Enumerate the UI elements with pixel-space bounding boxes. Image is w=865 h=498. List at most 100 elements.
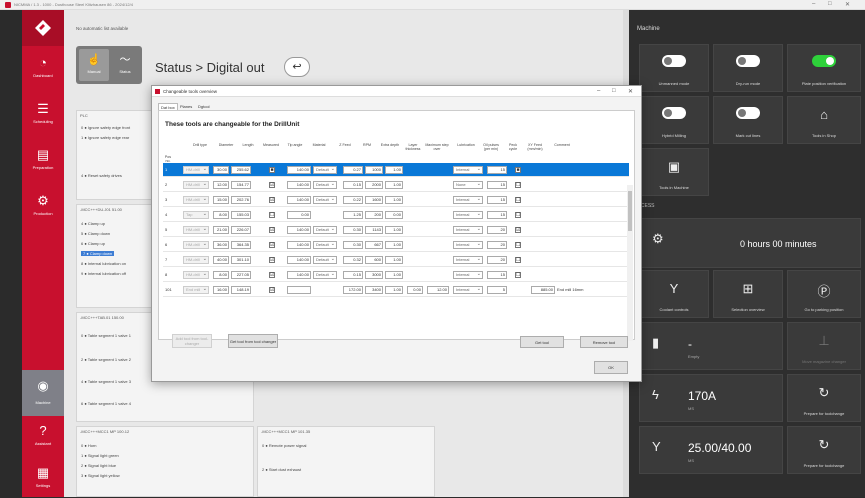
drill-type-dropdown[interactable]: HM-drill	[183, 256, 209, 264]
rpm-input[interactable]: 1600	[365, 196, 383, 204]
oil-pulses-input[interactable]: 15	[487, 196, 507, 204]
lubrication-dropdown[interactable]: Internal	[453, 211, 483, 219]
extra-depth-input[interactable]: 0.00	[385, 211, 403, 219]
extra-depth-input[interactable]: 1.00	[385, 286, 403, 294]
sidebar-item-production[interactable]: ⚙ Production	[22, 188, 64, 226]
z-feed-input[interactable]: 172.00	[343, 286, 363, 294]
extra-depth-input[interactable]: 1.00	[385, 271, 403, 279]
tip-angle-input[interactable]	[287, 286, 311, 294]
prepare-toolchange-button-1[interactable]: ↻ Prepare for toolchange	[787, 374, 861, 422]
unmanned-mode-toggle[interactable]: Unmanned mode	[639, 44, 709, 92]
peck-cycle-checkbox[interactable]: ☐	[515, 197, 521, 203]
rpm-input[interactable]: 1000	[365, 166, 383, 174]
tip-angle-input[interactable]: 140.00	[287, 241, 311, 249]
material-dropdown[interactable]: Default	[313, 226, 337, 234]
peck-cycle-checkbox[interactable]: ☑	[515, 227, 521, 233]
measured-checkbox[interactable]: ☑	[269, 242, 275, 248]
back-button[interactable]: ↩	[284, 57, 310, 77]
length-input[interactable]: 301.10	[231, 256, 251, 264]
measured-checkbox[interactable]: ■	[269, 167, 275, 173]
length-input[interactable]: 226.07	[231, 226, 251, 234]
oil-pulses-input[interactable]: 20	[487, 241, 507, 249]
tip-angle-input[interactable]: 140.00	[287, 226, 311, 234]
sidebar-item-machine[interactable]: ◉ Machine	[22, 370, 64, 416]
table-row[interactable]: 7 HM-drill 40.00301.10 ☑ 140.00Default 0.3260…	[163, 253, 629, 267]
measured-checkbox[interactable]: ☑	[269, 227, 275, 233]
list-item[interactable]: 2 ● Table segment 1 valve 2	[81, 357, 131, 362]
diameter-input[interactable]: 21.00	[213, 226, 229, 234]
z-feed-input[interactable]: 0.15	[343, 271, 363, 279]
close-icon[interactable]: ✕	[628, 88, 633, 95]
z-feed-input[interactable]: 0.22	[343, 196, 363, 204]
material-dropdown[interactable]: Default	[313, 256, 337, 264]
oil-pulses-input[interactable]: 15	[487, 166, 507, 174]
z-feed-input[interactable]: 0.30	[343, 241, 363, 249]
lubrication-dropdown[interactable]: Internal	[453, 271, 483, 279]
drill-type-dropdown[interactable]: HM-drill	[183, 241, 209, 249]
sidebar-item-settings[interactable]: ▦ Settings	[22, 460, 64, 498]
toggle-switch[interactable]	[662, 55, 686, 67]
layer-thickness-input[interactable]: 0.00	[407, 286, 423, 294]
drill-type-dropdown[interactable]: HM-drill	[183, 226, 209, 234]
material-dropdown[interactable]: Default	[313, 166, 337, 174]
list-item[interactable]: 4 ● Reset safety drives	[81, 173, 122, 178]
list-item[interactable]: 1 ● Signal light green	[81, 453, 119, 458]
rpm-input[interactable]: 1143	[365, 226, 383, 234]
manual-button[interactable]: ☝ Manual	[79, 49, 109, 81]
length-input[interactable]: 255.62	[231, 166, 251, 174]
peck-cycle-checkbox[interactable]: ☐	[515, 242, 521, 248]
drill-type-dropdown[interactable]: HM-drill	[183, 271, 209, 279]
extra-depth-input[interactable]: 1.00	[385, 256, 403, 264]
get-tool-button[interactable]: Get tool	[520, 336, 564, 348]
toggle-switch[interactable]	[736, 55, 760, 67]
material-dropdown[interactable]: Default	[313, 181, 337, 189]
maximize-icon[interactable]: □	[828, 1, 832, 7]
list-item[interactable]: 6 ● Table segment 1 valve 4	[81, 401, 131, 406]
diameter-input[interactable]: 40.00	[213, 256, 229, 264]
status-button[interactable]: 〜 Status	[110, 49, 140, 81]
length-input[interactable]: 202.76	[231, 196, 251, 204]
plate-position-verification-toggle[interactable]: Plate position verification	[787, 44, 861, 92]
list-item[interactable]: 8 ● Internal lubrication on	[81, 261, 126, 266]
lubrication-dropdown[interactable]: Internal	[453, 241, 483, 249]
list-item[interactable]: 4 ● Clamp up	[81, 221, 105, 226]
prepare-toolchange-button-2[interactable]: ↻ Prepare for toolchange	[787, 426, 861, 474]
oil-pulses-input[interactable]: 15	[487, 181, 507, 189]
maximize-icon[interactable]: □	[612, 88, 616, 94]
rpm-input[interactable]: 200	[365, 211, 383, 219]
xy-feed-input[interactable]: 885.00	[531, 286, 555, 294]
tip-angle-input[interactable]: 140.00	[287, 271, 311, 279]
list-item[interactable]: 9 ● Internal lubrication off	[81, 271, 126, 276]
extra-depth-input[interactable]: 1.00	[385, 166, 403, 174]
diameter-input[interactable]: 12.00	[213, 181, 229, 189]
measured-checkbox[interactable]: ☑	[269, 257, 275, 263]
list-item[interactable]: 0 ● Ignore safety edge front	[81, 125, 130, 130]
length-input[interactable]: 364.35	[231, 241, 251, 249]
tip-angle-input[interactable]: 0.00	[287, 211, 311, 219]
list-item[interactable]: 5 ● Clamp down	[81, 231, 110, 236]
extra-depth-input[interactable]: 1.00	[385, 196, 403, 204]
step-over-input[interactable]: 12.00	[427, 286, 449, 294]
dry-run-mode-toggle[interactable]: Dry-run mode	[713, 44, 783, 92]
list-item[interactable]: 4 ● Table segment 1 valve 3	[81, 379, 131, 384]
lubrication-dropdown[interactable]: Internal	[453, 226, 483, 234]
minimize-icon[interactable]: –	[597, 88, 600, 94]
table-row[interactable]: 8 HM-drill 8.00227.05 ☑ 140.00Default 0.15300…	[163, 268, 629, 282]
list-item[interactable]: 1 ● Ignore safety edge rear	[81, 135, 129, 140]
diameter-input[interactable]: 15.00	[213, 196, 229, 204]
peck-cycle-checkbox[interactable]: ■	[515, 167, 521, 173]
z-feed-input[interactable]: 0.30	[343, 226, 363, 234]
peck-cycle-checkbox[interactable]: ☐	[515, 182, 521, 188]
table-row[interactable]: 101 End mill 16.00148.19 ☑ 172.0034001.00 0.0…	[163, 283, 629, 297]
tools-in-shop-button[interactable]: ⌂ Tools in Shop	[787, 96, 861, 144]
diameter-input[interactable]: 30.00	[213, 166, 229, 174]
peck-cycle-checkbox[interactable]: ☐	[515, 272, 521, 278]
table-row[interactable]: 4Tap8.00155.03☐0.001.252000.00Internal15…	[163, 208, 629, 222]
table-row[interactable]: 6 HM-drill 36.00364.35 ☑ 140.00Default 0.3066…	[163, 238, 629, 252]
length-input[interactable]: 227.05	[231, 271, 251, 279]
drill-type-dropdown[interactable]: HM-drill	[183, 181, 209, 189]
list-item[interactable]: 0 ● Table segment 1 valve 1	[81, 333, 131, 338]
rpm-input[interactable]: 667	[365, 241, 383, 249]
get-tool-from-changer-button[interactable]: Get tool from tool changer	[228, 334, 278, 348]
table-row[interactable]: 2 HM-drill 12.00154.77 ☑ 140.00Default 0.1520…	[163, 178, 629, 192]
